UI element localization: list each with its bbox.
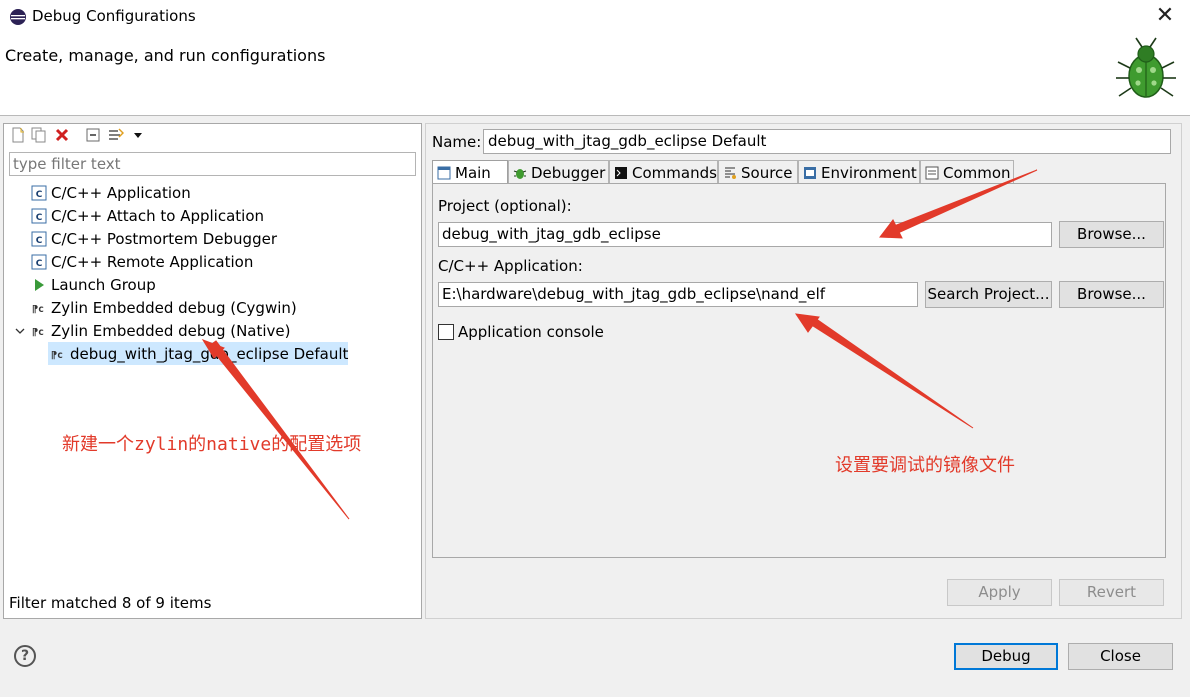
c-app-icon: C [31, 231, 47, 247]
new-config-icon[interactable] [10, 127, 26, 143]
tab-environment[interactable]: Environment [798, 160, 920, 184]
tree-item-c-attach[interactable]: C C/C++ Attach to Application [31, 204, 264, 227]
search-project-button[interactable]: Search Project... [925, 281, 1052, 308]
title-bar: Debug Configurations ✕ [0, 0, 1190, 34]
tab-label: Debugger [531, 163, 606, 182]
tree-toolbar [4, 124, 421, 148]
debug-bug-icon [1116, 37, 1176, 98]
tab-commands[interactable]: Commands [609, 160, 718, 184]
source-tab-icon [723, 166, 737, 180]
name-label: Name: [432, 133, 482, 151]
zylin-icon: ⁋c [31, 323, 47, 339]
apply-button[interactable]: Apply [947, 579, 1052, 606]
annotation-left-note: 新建一个zylin的native的配置选项 [62, 434, 362, 455]
filter-input[interactable] [9, 152, 416, 176]
tree-item-label: Zylin Embedded debug (Cygwin) [51, 298, 297, 317]
environment-tab-icon [803, 166, 817, 180]
chevron-down-icon[interactable] [130, 127, 146, 143]
configuration-tree-panel: C C/C++ Application C C/C++ Attach to Ap… [3, 123, 422, 619]
tree-item-label: C/C++ Postmortem Debugger [51, 229, 277, 248]
tab-label: Environment [821, 163, 917, 182]
tab-bar: Main Debugger Commands Source Environmen… [432, 160, 1176, 184]
common-tab-icon [925, 166, 939, 180]
tab-label: Main [455, 163, 491, 182]
tree-item-label: Zylin Embedded debug (Native) [51, 321, 291, 340]
help-icon[interactable]: ? [14, 645, 36, 667]
main-tab-icon [437, 166, 451, 180]
tree-item-c-remote[interactable]: C C/C++ Remote Application [31, 250, 253, 273]
c-app-icon: C [31, 185, 47, 201]
tab-label: Common [943, 163, 1011, 182]
svg-text:C: C [36, 236, 43, 246]
tree-item-c-postmortem[interactable]: C C/C++ Postmortem Debugger [31, 227, 277, 250]
filter-status-text: Filter matched 8 of 9 items [9, 594, 212, 612]
tab-common[interactable]: Common [920, 160, 1014, 184]
delete-icon[interactable] [54, 127, 70, 143]
application-console-checkbox[interactable] [438, 324, 454, 340]
project-label: Project (optional): [438, 197, 572, 215]
application-browse-button[interactable]: Browse... [1059, 281, 1164, 308]
application-console-label: Application console [458, 323, 604, 341]
eclipse-icon [10, 9, 26, 25]
zylin-icon: ⁋c [31, 300, 47, 316]
collapse-all-icon[interactable] [85, 127, 101, 143]
chevron-down-icon[interactable] [13, 323, 27, 339]
svg-text:⁋c: ⁋c [32, 327, 44, 338]
svg-text:⁋c: ⁋c [32, 304, 44, 315]
tree-item-label: C/C++ Application [51, 183, 191, 202]
close-window-icon[interactable]: ✕ [1150, 2, 1180, 32]
launch-group-icon [31, 277, 47, 293]
svg-text:C: C [36, 190, 43, 200]
configuration-editor-panel: Name: debug_with_jtag_gdb_eclipse Defaul… [425, 123, 1182, 619]
debugger-tab-icon [513, 166, 527, 180]
application-field[interactable]: E:\hardware\debug_with_jtag_gdb_eclipse\… [438, 282, 918, 307]
application-label: C/C++ Application: [438, 257, 583, 275]
project-field[interactable]: debug_with_jtag_gdb_eclipse [438, 222, 1052, 247]
svg-text:C: C [36, 213, 43, 223]
project-browse-button[interactable]: Browse... [1059, 221, 1164, 248]
zylin-icon: ⁋c [50, 346, 66, 362]
debug-button[interactable]: Debug [954, 643, 1058, 670]
tree-item-c-application[interactable]: C C/C++ Application [31, 181, 191, 204]
tree-item-zylin-native[interactable]: ⁋c Zylin Embedded debug (Native) [13, 319, 291, 342]
tree-item-zylin-cygwin[interactable]: ⁋c Zylin Embedded debug (Cygwin) [31, 296, 297, 319]
tab-debugger[interactable]: Debugger [508, 160, 609, 184]
tab-source[interactable]: Source [718, 160, 798, 184]
c-app-icon: C [31, 208, 47, 224]
annotation-right-note: 设置要调试的镜像文件 [835, 455, 1015, 476]
close-button[interactable]: Close [1068, 643, 1173, 670]
tab-label: Source [741, 163, 793, 182]
filter-icon[interactable] [108, 127, 124, 143]
tree-item-label: debug_with_jtag_gdb_eclipse Default [70, 344, 349, 363]
tree-item-launch-group[interactable]: Launch Group [31, 273, 156, 296]
duplicate-icon[interactable] [31, 127, 47, 143]
svg-text:⁋c: ⁋c [51, 350, 63, 361]
main-tab-content: Project (optional): debug_with_jtag_gdb_… [432, 183, 1166, 558]
name-field[interactable]: debug_with_jtag_gdb_eclipse Default [483, 129, 1171, 154]
header-subtitle: Create, manage, and run configurations [5, 46, 326, 65]
tree-item-label: C/C++ Attach to Application [51, 206, 265, 225]
c-app-icon: C [31, 254, 47, 270]
tab-label: Commands [632, 163, 717, 182]
tab-main[interactable]: Main [432, 160, 508, 184]
tree-item-debug-default[interactable]: ⁋c debug_with_jtag_gdb_eclipse Default [50, 342, 348, 365]
dialog-header: Create, manage, and run configurations [0, 34, 1190, 116]
revert-button[interactable]: Revert [1059, 579, 1164, 606]
window-title: Debug Configurations [32, 7, 196, 25]
tree-item-label: C/C++ Remote Application [51, 252, 254, 271]
svg-text:C: C [36, 259, 43, 269]
commands-tab-icon [614, 166, 628, 180]
tree-item-label: Launch Group [51, 275, 156, 294]
